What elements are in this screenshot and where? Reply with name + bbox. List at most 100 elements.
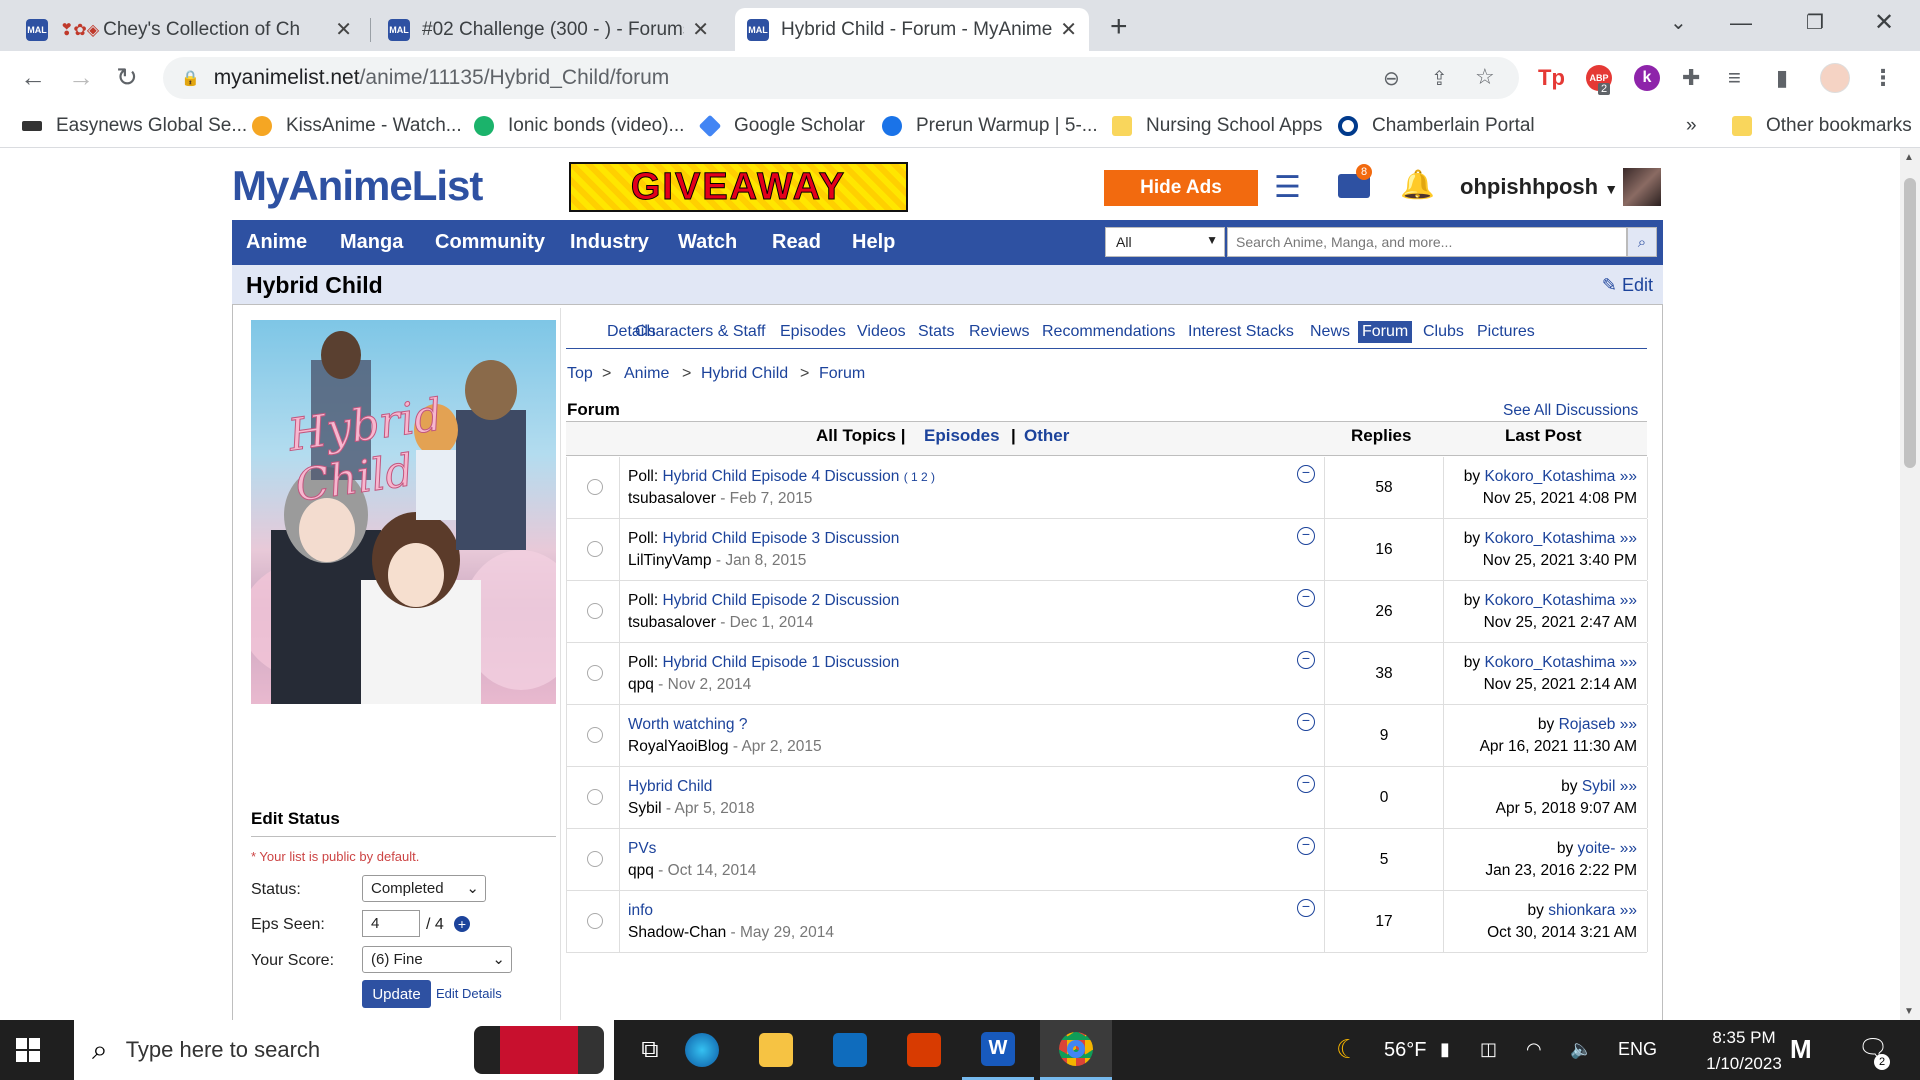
address-bar[interactable]: 🔒 myanimelist.net/anime/11135/Hybrid_Chi…	[163, 57, 1519, 99]
topic-pages[interactable]: ( 1 2 )	[904, 470, 935, 484]
filter-all-topics[interactable]: All Topics |	[816, 426, 905, 446]
chrome-menu-icon[interactable]: ⋮	[1872, 65, 1894, 91]
edit-details-link[interactable]: Edit Details	[436, 986, 502, 1001]
jump-to-post-icon[interactable]: »»	[1620, 840, 1637, 857]
collapse-minus-icon[interactable]: −	[1297, 775, 1315, 793]
topic-select-radio[interactable]	[587, 541, 603, 557]
windows-start-icon[interactable]	[16, 1038, 40, 1062]
scroll-up-icon[interactable]: ▲	[1904, 152, 1914, 163]
side-panel-icon[interactable]: ▮	[1776, 65, 1788, 91]
tab-episodes[interactable]: Episodes	[780, 323, 846, 341]
topic-author[interactable]: tsubasalover	[628, 614, 716, 631]
topic-select-radio[interactable]	[587, 913, 603, 929]
menu-industry[interactable]: Industry	[570, 231, 649, 254]
menu-watch[interactable]: Watch	[678, 231, 737, 254]
reading-list-icon[interactable]: ≡	[1728, 65, 1741, 91]
topic-select-radio[interactable]	[587, 665, 603, 681]
topic-author[interactable]: LilTinyVamp	[628, 552, 712, 569]
topic-title-link[interactable]: info	[628, 902, 653, 919]
clock[interactable]: 8:35 PM 1/10/2023	[1684, 1028, 1804, 1074]
menu-help[interactable]: Help	[852, 231, 895, 254]
notification-bell-icon[interactable]: 🔔	[1400, 168, 1435, 201]
close-tab-icon[interactable]: ✕	[692, 17, 709, 42]
user-avatar[interactable]	[1623, 168, 1661, 206]
last-post-user-link[interactable]: Sybil	[1582, 778, 1616, 795]
collapse-minus-icon[interactable]: −	[1297, 713, 1315, 731]
file-explorer-icon[interactable]	[740, 1020, 812, 1080]
wifi-icon[interactable]: ◠	[1526, 1039, 1542, 1060]
jump-to-post-icon[interactable]: »»	[1620, 902, 1637, 919]
extension-tp-icon[interactable]: Tp	[1538, 65, 1565, 91]
chrome-icon[interactable]	[1040, 1020, 1112, 1080]
tab-videos[interactable]: Videos	[857, 323, 906, 341]
collapse-minus-icon[interactable]: −	[1297, 837, 1315, 855]
collapse-minus-icon[interactable]: −	[1297, 899, 1315, 917]
site-logo[interactable]: MyAnimeList	[232, 162, 483, 210]
restore-icon[interactable]: ❐	[1806, 10, 1824, 35]
menu-community[interactable]: Community	[435, 231, 545, 254]
page-scrollbar[interactable]: ▲ ▼	[1900, 148, 1920, 1020]
app-tray-icon[interactable]: M	[1790, 1034, 1812, 1065]
topic-title-link[interactable]: Hybrid Child Episode 4 Discussion	[662, 468, 899, 485]
update-button[interactable]: Update	[362, 980, 431, 1008]
collapse-minus-icon[interactable]: −	[1297, 465, 1315, 483]
tab-recommendations[interactable]: Recommendations	[1042, 323, 1175, 341]
topic-select-radio[interactable]	[587, 727, 603, 743]
bookmarks-overflow-icon[interactable]: »	[1686, 115, 1697, 137]
share-icon[interactable]: ⇪	[1431, 66, 1448, 91]
battery-icon[interactable]: ▮	[1440, 1039, 1450, 1060]
close-tab-icon[interactable]: ✕	[335, 17, 352, 42]
edit-link[interactable]: ✎ Edit	[1602, 275, 1653, 296]
topic-title-link[interactable]: Hybrid Child	[628, 778, 712, 795]
close-window-icon[interactable]: ✕	[1874, 8, 1894, 37]
tab-characters-staff[interactable]: Characters & Staff	[635, 323, 765, 341]
bookmark-item[interactable]: Prerun Warmup | 5-...	[882, 115, 1098, 137]
filter-episodes[interactable]: Episodes	[924, 426, 1000, 446]
collapse-minus-icon[interactable]: −	[1297, 589, 1315, 607]
zoom-icon[interactable]: ⊖	[1383, 66, 1400, 91]
volume-icon[interactable]: 🔈	[1570, 1039, 1592, 1060]
weather-moon-icon[interactable]: ☾	[1336, 1034, 1359, 1065]
last-post-user-link[interactable]: Kokoro_Kotashima	[1484, 654, 1615, 671]
other-bookmarks[interactable]: Other bookmarks	[1732, 115, 1912, 137]
bookmark-item[interactable]: Easynews Global Se...	[22, 115, 247, 137]
search-icon[interactable]: ⌕	[1627, 227, 1657, 257]
meet-icon[interactable]: ◫	[1480, 1039, 1497, 1060]
mail-app-icon[interactable]	[814, 1020, 886, 1080]
topic-title-link[interactable]: Hybrid Child Episode 1 Discussion	[662, 654, 899, 671]
jump-to-post-icon[interactable]: »»	[1620, 654, 1637, 671]
close-tab-icon[interactable]: ✕	[1060, 17, 1077, 42]
back-icon[interactable]: ←	[20, 62, 46, 93]
menu-read[interactable]: Read	[772, 231, 821, 254]
extension-k-icon[interactable]: k	[1634, 65, 1660, 91]
search-filter-select[interactable]: All ▼	[1105, 227, 1225, 257]
weather-temp[interactable]: 56°F	[1384, 1039, 1426, 1062]
last-post-user-link[interactable]: Rojaseb	[1559, 716, 1616, 733]
tab-reviews[interactable]: Reviews	[969, 323, 1029, 341]
breadcrumb-anime[interactable]: Anime	[624, 365, 669, 383]
bookmark-item[interactable]: Ionic bonds (video)...	[474, 115, 684, 137]
topic-author[interactable]: tsubasalover	[628, 490, 716, 507]
status-select[interactable]: Completed ⌄	[362, 875, 486, 902]
tab-interest-stacks[interactable]: Interest Stacks	[1188, 323, 1294, 341]
bookmark-item[interactable]: Chamberlain Portal	[1338, 115, 1535, 137]
tab-search-icon[interactable]: ⌄	[1670, 10, 1687, 35]
jump-to-post-icon[interactable]: »»	[1620, 778, 1637, 795]
topic-author[interactable]: RoyalYaoiBlog	[628, 738, 729, 755]
breadcrumb-hybrid-child[interactable]: Hybrid Child	[701, 365, 788, 383]
bookmark-item[interactable]: KissAnime - Watch...	[252, 115, 462, 137]
breadcrumb-forum[interactable]: Forum	[819, 365, 865, 383]
giveaway-banner[interactable]: GIVEAWAY	[569, 162, 908, 212]
topic-title-link[interactable]: Hybrid Child Episode 2 Discussion	[662, 592, 899, 609]
menu-manga[interactable]: Manga	[340, 231, 403, 254]
topic-author[interactable]: qpq	[628, 676, 654, 693]
topic-author[interactable]: qpq	[628, 862, 654, 879]
jump-to-post-icon[interactable]: »»	[1620, 530, 1637, 547]
office-icon[interactable]	[888, 1020, 960, 1080]
topic-select-radio[interactable]	[587, 603, 603, 619]
menu-anime[interactable]: Anime	[246, 231, 307, 254]
breadcrumb-top[interactable]: Top	[567, 365, 593, 383]
word-icon[interactable]: W	[962, 1020, 1034, 1080]
topic-author[interactable]: Sybil	[628, 800, 662, 817]
increment-episode-icon[interactable]: +	[454, 916, 470, 932]
